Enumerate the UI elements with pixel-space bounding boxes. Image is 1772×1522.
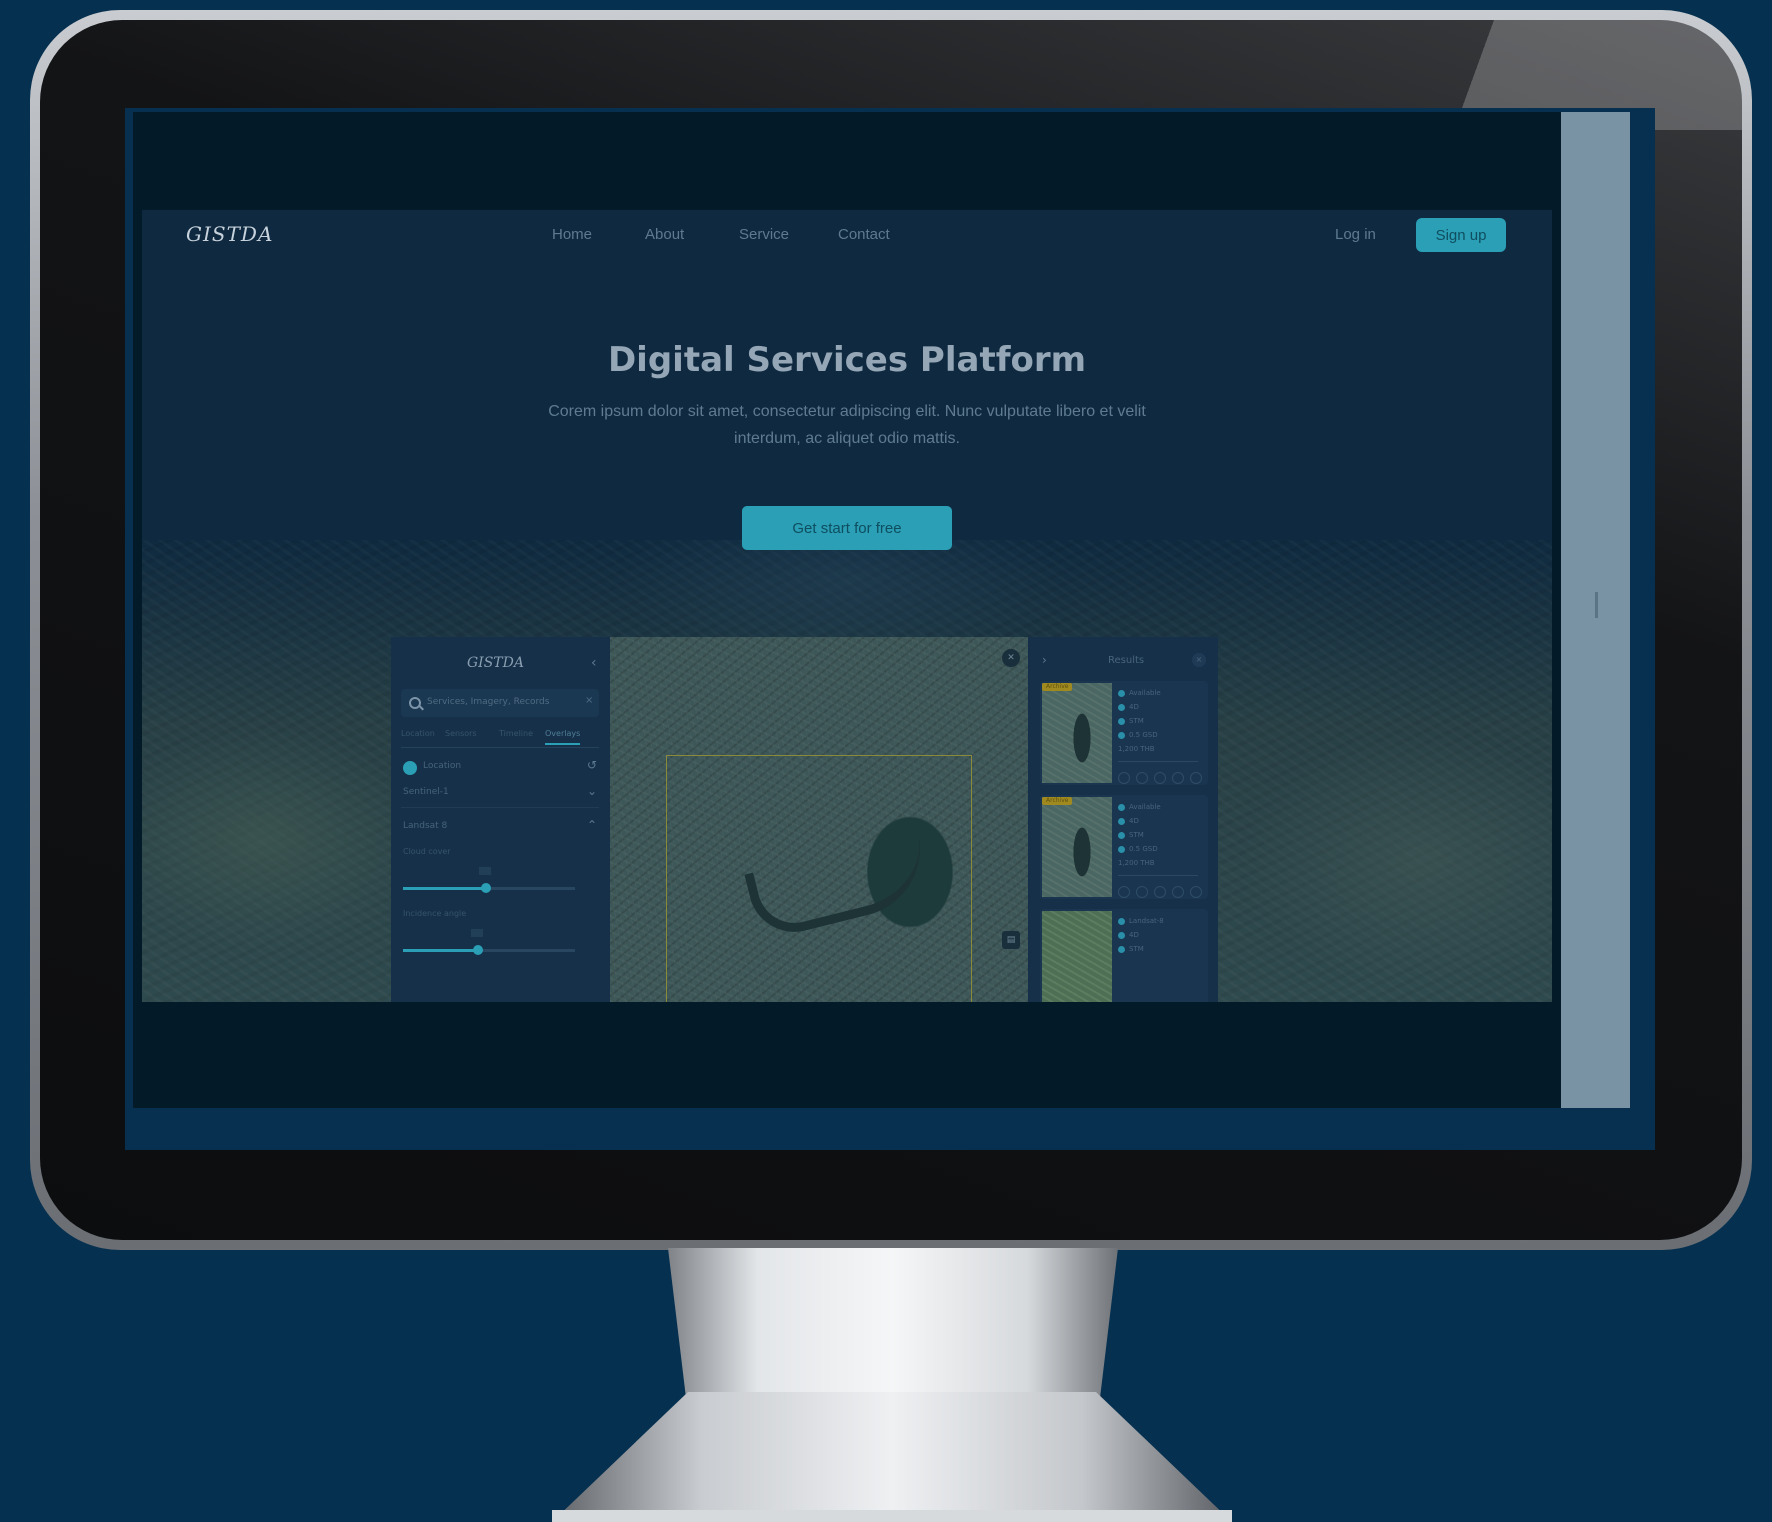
app-search-input[interactable]: Services, Imagery, Records ×: [401, 689, 599, 717]
cart-icon[interactable]: [1172, 886, 1184, 898]
monitor-screen: GISTDA Home About Service Contact Log in…: [125, 108, 1655, 1150]
nav-contact[interactable]: Contact: [838, 226, 890, 243]
incidence-handle[interactable]: [473, 945, 483, 955]
divider: [1118, 761, 1198, 762]
tab-location[interactable]: Location: [401, 729, 435, 738]
website: GISTDA Home About Service Contact Log in…: [142, 210, 1552, 1002]
share-icon[interactable]: [1154, 772, 1166, 784]
signup-button[interactable]: Sign up: [1416, 218, 1506, 252]
share-icon[interactable]: [1154, 886, 1166, 898]
hero-title: Digital Services Platform: [607, 340, 1087, 380]
result-card[interactable]: Landsat-8 4D STM: [1040, 909, 1208, 1002]
monitor-stand-base: [552, 1392, 1232, 1522]
cloud-cover-fill: [403, 887, 485, 890]
scrollbar[interactable]: [1561, 112, 1630, 1108]
download-icon[interactable]: [1136, 886, 1148, 898]
result-meta: STM: [1118, 717, 1144, 725]
chevron-right-icon[interactable]: ›: [1042, 653, 1047, 667]
clear-icon[interactable]: ×: [585, 695, 593, 706]
info-icon[interactable]: [1118, 886, 1130, 898]
cloud-cover-label: Cloud cover: [403, 847, 451, 856]
app-logo: GISTDA: [467, 655, 524, 671]
incidence-angle-label: Incidence angle: [403, 909, 467, 918]
card-actions: [1118, 769, 1208, 788]
result-meta: 0.5 GSD: [1118, 845, 1158, 853]
search-placeholder: Services, Imagery, Records: [427, 697, 550, 707]
chevron-down-icon[interactable]: ⌄: [587, 784, 597, 798]
refresh-icon[interactable]: ↺: [587, 758, 597, 772]
result-meta: 4D: [1118, 703, 1139, 711]
divider: [1118, 875, 1198, 876]
app-preview: GISTDA ‹ Services, Imagery, Records × Lo…: [391, 637, 1300, 1002]
get-started-button[interactable]: Get start for free: [742, 506, 952, 550]
top-nav: GISTDA Home About Service Contact Log in…: [142, 210, 1552, 266]
search-icon: [409, 697, 421, 709]
sensor-row-sentinel[interactable]: Sentinel-1 ⌄: [401, 781, 599, 808]
slider-tooltip: [479, 867, 491, 875]
result-meta: STM: [1118, 945, 1144, 953]
result-price: 1,200 THB: [1118, 745, 1155, 753]
info-icon[interactable]: [1118, 772, 1130, 784]
incidence-fill: [403, 949, 477, 952]
satellite-map[interactable]: ✕ ▤: [610, 637, 1028, 1002]
hero-subtitle: Corem ipsum dolor sit amet, consectetur …: [548, 403, 1146, 447]
more-icon[interactable]: [1190, 772, 1202, 784]
close-icon[interactable]: ×: [1192, 653, 1206, 667]
result-meta: Available: [1118, 689, 1161, 697]
result-thumbnail: [1042, 797, 1112, 897]
scrollbar-thumb[interactable]: [1595, 592, 1598, 618]
chevron-left-icon[interactable]: ‹: [591, 655, 597, 671]
location-row[interactable]: Location ↺: [401, 755, 599, 781]
login-link[interactable]: Log in: [1335, 226, 1376, 243]
result-meta: 4D: [1118, 931, 1139, 939]
site-logo[interactable]: GISTDA: [186, 222, 273, 246]
more-icon[interactable]: [1190, 886, 1202, 898]
sentinel-label: Sentinel-1: [403, 787, 449, 797]
tab-sensors[interactable]: Sensors: [445, 729, 477, 738]
monitor-stand-neck: [668, 1248, 1118, 1398]
result-thumbnail: [1042, 683, 1112, 783]
result-price: 1,200 THB: [1118, 859, 1155, 867]
nav-home[interactable]: Home: [552, 226, 592, 243]
result-thumbnail: [1042, 911, 1112, 1002]
browser-viewport: GISTDA Home About Service Contact Log in…: [133, 112, 1561, 1108]
layers-icon[interactable]: ▤: [1002, 931, 1020, 949]
cart-icon[interactable]: [1172, 772, 1184, 784]
results-title: Results: [1108, 655, 1145, 666]
chevron-up-icon[interactable]: ⌃: [587, 818, 597, 832]
monitor-stand-lip: [552, 1510, 1232, 1522]
tab-overlays[interactable]: Overlays: [545, 729, 581, 745]
card-actions: [1118, 883, 1208, 902]
nav-service[interactable]: Service: [739, 226, 789, 243]
cloud-cover-handle[interactable]: [481, 883, 491, 893]
landsat-label: Landsat 8: [403, 821, 448, 831]
result-meta: STM: [1118, 831, 1144, 839]
tab-timeline[interactable]: Timeline: [499, 729, 533, 738]
map-control-icon[interactable]: ✕: [1002, 649, 1020, 667]
sensor-row-landsat[interactable]: Landsat 8 ⌃: [401, 815, 599, 841]
download-icon[interactable]: [1136, 772, 1148, 784]
status-badge: Archive: [1042, 797, 1073, 805]
result-card[interactable]: Archive Available 4D STM 0.5 GSD 1,200 T…: [1040, 795, 1208, 899]
result-meta: Available: [1118, 803, 1161, 811]
result-meta: Landsat-8: [1118, 917, 1164, 925]
status-badge: Archive: [1042, 683, 1073, 691]
result-meta: 4D: [1118, 817, 1139, 825]
app-sidebar: GISTDA ‹ Services, Imagery, Records × Lo…: [391, 637, 610, 1002]
slider-tooltip: [471, 929, 483, 937]
nav-about[interactable]: About: [645, 226, 684, 243]
result-meta: 0.5 GSD: [1118, 731, 1158, 739]
results-panel: › Results × Archive Available 4D STM 0.5…: [1028, 637, 1218, 1002]
app-tabs: Location Sensors Timeline Overlays: [401, 727, 599, 748]
result-card[interactable]: Archive Available 4D STM 0.5 GSD 1,200 T…: [1040, 681, 1208, 785]
location-label: Location: [423, 761, 462, 771]
